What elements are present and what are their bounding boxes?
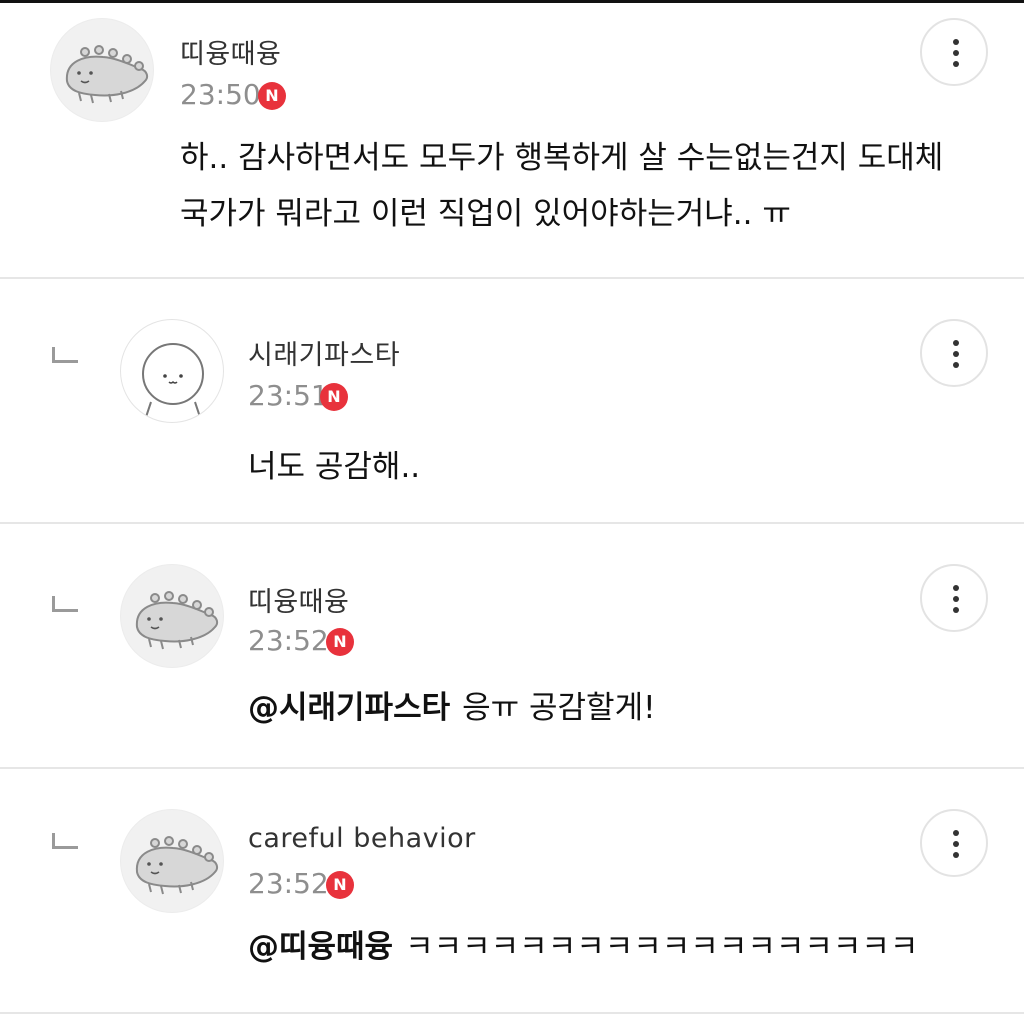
dot xyxy=(953,340,959,346)
reply-comment: 띠융때융 23:52 N @시래기파스타 응ㅠ 공감할게! xyxy=(0,524,1024,768)
more-options-button[interactable] xyxy=(920,809,988,877)
reply-comment: careful behavior 23:52 N @띠융때융 ㅋㅋㅋㅋㅋㅋㅋㅋㅋㅋ… xyxy=(0,769,1024,1024)
dot xyxy=(953,362,959,368)
avatar[interactable] xyxy=(50,18,154,122)
more-options-button[interactable] xyxy=(920,319,988,387)
dot xyxy=(953,852,959,858)
dinosaur-avatar-icon xyxy=(135,836,219,895)
reply-comment: 시래기파스타 23:51 N 너도 공감해.. xyxy=(0,279,1024,523)
comment-body-line: 국가가 뭐라고 이런 직업이 있어야하는거냐.. ㅠ xyxy=(180,196,791,232)
comment-time: 23:50 xyxy=(180,78,261,111)
dot xyxy=(953,841,959,847)
reply-corner-icon xyxy=(52,347,78,363)
author-nickname[interactable]: careful behavior xyxy=(248,823,476,854)
comment-body: @시래기파스타 응ㅠ 공감할게! xyxy=(248,680,656,736)
new-badge: N xyxy=(326,871,354,899)
more-options-button[interactable] xyxy=(920,564,988,632)
dot xyxy=(953,607,959,613)
comment-time: 23:52 xyxy=(248,867,329,900)
avatar[interactable] xyxy=(120,564,224,668)
reply-corner-icon xyxy=(52,596,78,612)
comment-time: 23:52 xyxy=(248,624,329,657)
dot xyxy=(953,585,959,591)
new-badge: N xyxy=(258,82,286,110)
dot xyxy=(953,50,959,56)
dot xyxy=(953,351,959,357)
round-face-avatar-icon xyxy=(142,343,204,421)
comment: 띠융때융 23:50 N 하.. 감사하면서도 모두가 행복하게 살 수는없는건… xyxy=(0,0,1024,278)
avatar[interactable] xyxy=(120,319,224,423)
avatar[interactable] xyxy=(120,809,224,913)
comment-body-line: 하.. 감사하면서도 모두가 행복하게 살 수는없는건지 도대체 xyxy=(180,140,944,176)
comment-body-text: ㅋㅋㅋㅋㅋㅋㅋㅋㅋㅋㅋㅋㅋㅋㅋㅋㅋㅋ xyxy=(405,929,919,965)
comment-body: @띠융때융 ㅋㅋㅋㅋㅋㅋㅋㅋㅋㅋㅋㅋㅋㅋㅋㅋㅋㅋ xyxy=(248,919,918,975)
author-nickname[interactable]: 띠융때융 xyxy=(248,580,349,619)
user-mention-link[interactable]: @띠융때융 xyxy=(248,929,393,965)
dot xyxy=(953,61,959,67)
divider xyxy=(0,1012,1024,1014)
dot xyxy=(953,830,959,836)
author-nickname[interactable]: 띠융때융 xyxy=(180,32,281,71)
comment-time: 23:51 xyxy=(248,379,329,412)
more-options-button[interactable] xyxy=(920,18,988,86)
user-mention-link[interactable]: @시래기파스타 xyxy=(248,690,450,726)
dinosaur-avatar-icon xyxy=(65,45,149,104)
comment-body-text: 응ㅠ 공감할게! xyxy=(462,690,656,726)
dinosaur-avatar-icon xyxy=(135,591,219,650)
reply-corner-icon xyxy=(52,833,78,849)
new-badge: N xyxy=(320,383,348,411)
comment-body: 너도 공감해.. xyxy=(248,449,421,485)
dot xyxy=(953,596,959,602)
new-badge: N xyxy=(326,628,354,656)
author-nickname[interactable]: 시래기파스타 xyxy=(248,333,400,372)
dot xyxy=(953,39,959,45)
